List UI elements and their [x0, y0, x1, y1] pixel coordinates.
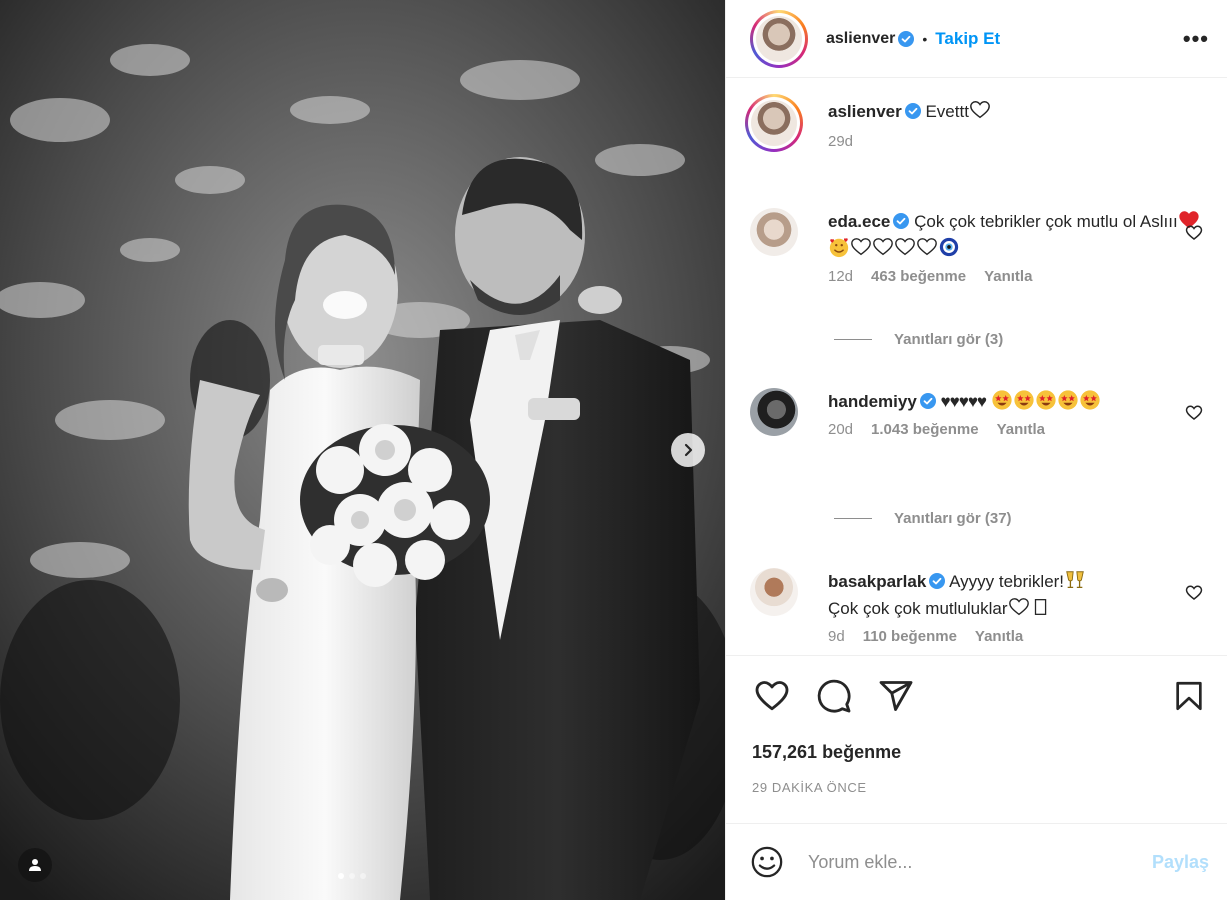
- post-timestamp[interactable]: 29 DAKİKA ÖNCE: [752, 780, 867, 795]
- star-struck-emoji-icon: [1014, 390, 1034, 410]
- commenter-avatar[interactable]: [750, 388, 798, 436]
- verified-badge-icon: [919, 393, 936, 409]
- user-icon: [29, 859, 41, 871]
- comment-time: 20d: [828, 421, 854, 438]
- post-media[interactable]: [0, 0, 725, 900]
- instagram-post: aslienver • Takip Et ••• aslienver Evett…: [0, 0, 1227, 900]
- reply-button[interactable]: Yanıtla: [984, 268, 1032, 286]
- header-separator: •: [922, 30, 928, 47]
- comment-bubble-icon: [817, 679, 851, 713]
- reply-button[interactable]: Yanıtla: [997, 421, 1045, 439]
- carousel-dot: [360, 873, 366, 879]
- tagged-users-button[interactable]: [18, 848, 52, 882]
- comment-text-line1: Ayyyy tebrikler!: [949, 572, 1065, 591]
- white-heart-icon: [917, 238, 937, 256]
- post-actions: 157,261 beğenme 29 DAKİKA ÖNCE: [726, 655, 1227, 823]
- comment-like-heart-icon[interactable]: [1185, 584, 1203, 602]
- view-replies-label: Yanıtları gör (37): [894, 510, 1012, 527]
- post-like-count[interactable]: 157,261 beğenme: [752, 742, 901, 763]
- view-replies-button[interactable]: Yanıtları gör (3): [834, 331, 1003, 348]
- star-struck-emoji-icon: [1080, 390, 1100, 410]
- commenter-username[interactable]: eda.ece: [828, 212, 890, 231]
- author-username[interactable]: aslienver: [826, 30, 895, 48]
- comment-item: handemiyy ♥♥♥♥♥ 20d 1.043 beğenme Yanıtl…: [750, 388, 1213, 439]
- carousel-dot-active: [338, 873, 344, 879]
- verified-badge-icon: [929, 573, 946, 589]
- comment-text: ♥♥♥♥♥: [940, 392, 987, 411]
- more-options-button[interactable]: •••: [1183, 26, 1209, 52]
- paper-plane-icon: [879, 681, 913, 711]
- author-avatar[interactable]: [750, 9, 808, 68]
- comment-like-heart-icon[interactable]: [1185, 404, 1203, 422]
- evil-eye-emoji-icon: [939, 237, 959, 257]
- comment-item: basakparlak Ayyyy tebrikler! Çok çok çok…: [750, 568, 1213, 646]
- bookmark-icon: [1176, 681, 1202, 711]
- comment-button[interactable]: [814, 676, 854, 716]
- post-details-panel: aslienver • Takip Et ••• aslienver Evett…: [725, 0, 1227, 900]
- emoji-picker-icon[interactable]: [750, 845, 784, 879]
- chevron-right-icon: [684, 443, 693, 457]
- view-replies-button[interactable]: Yanıtları gör (37): [834, 510, 1012, 527]
- comment-item: eda.ece Çok çok tebrikler çok mutlu ol A…: [750, 208, 1213, 286]
- star-struck-emoji-icon: [1036, 390, 1056, 410]
- carousel-indicator: [338, 873, 366, 879]
- heart-icon: [755, 681, 789, 711]
- save-button[interactable]: [1169, 676, 1209, 716]
- share-button[interactable]: [876, 676, 916, 716]
- white-heart-icon: [873, 238, 893, 256]
- commenter-avatar[interactable]: [750, 208, 798, 256]
- white-heart-icon: [851, 238, 871, 256]
- add-comment-bar: Paylaş: [726, 823, 1227, 900]
- post-caption: aslienver Evettt 29d: [745, 94, 1213, 152]
- clinking-glasses-emoji-icon: [1066, 571, 1084, 588]
- comment-time: 12d: [828, 268, 854, 285]
- comment-like-count[interactable]: 463 beğenme: [871, 268, 966, 286]
- follow-button[interactable]: Takip Et: [935, 29, 1000, 49]
- white-heart-icon: [1008, 598, 1029, 616]
- post-comment-button[interactable]: Paylaş: [1152, 852, 1209, 873]
- comment-text: Çok çok tebrikler çok mutlu ol Aslııı: [914, 212, 1178, 231]
- wedding-photo: [0, 0, 725, 900]
- caption-text: Evettt: [925, 102, 969, 121]
- reply-button[interactable]: Yanıtla: [975, 628, 1023, 646]
- white-heart-icon: [970, 101, 990, 119]
- smiling-face-hearts-emoji-icon: [829, 238, 849, 258]
- comment-time: 9d: [828, 628, 845, 645]
- verified-badge-icon: [893, 213, 910, 229]
- comment-text-line2: Çok çok çok mutluluklar: [828, 599, 1008, 618]
- commenter-avatar[interactable]: [750, 568, 798, 616]
- missing-glyph-icon: [1034, 599, 1046, 615]
- comment-like-heart-icon[interactable]: [1185, 224, 1203, 242]
- star-struck-emoji-icon: [992, 390, 1012, 410]
- comment-input[interactable]: [808, 851, 1152, 873]
- star-struck-emoji-icon: [1058, 390, 1078, 410]
- comments-list[interactable]: aslienver Evettt 29d eda.ece Çok çok teb…: [726, 78, 1227, 655]
- replies-divider-line: [834, 518, 872, 519]
- caption-time: 29d: [828, 133, 854, 150]
- white-heart-icon: [895, 238, 915, 256]
- verified-badge-icon: [904, 103, 921, 119]
- comment-like-count[interactable]: 1.043 beğenme: [871, 421, 979, 439]
- comment-like-count[interactable]: 110 beğenme: [863, 628, 957, 646]
- view-replies-label: Yanıtları gör (3): [894, 331, 1004, 348]
- commenter-username[interactable]: handemiyy: [828, 392, 917, 411]
- carousel-dot: [349, 873, 355, 879]
- caption-username[interactable]: aslienver: [828, 102, 902, 121]
- carousel-next-button[interactable]: [671, 433, 705, 467]
- caption-avatar[interactable]: [745, 94, 803, 152]
- commenter-username[interactable]: basakparlak: [828, 572, 926, 591]
- replies-divider-line: [834, 339, 872, 340]
- verified-badge-icon: [898, 30, 915, 47]
- like-button[interactable]: [752, 676, 792, 716]
- post-header: aslienver • Takip Et •••: [726, 0, 1227, 78]
